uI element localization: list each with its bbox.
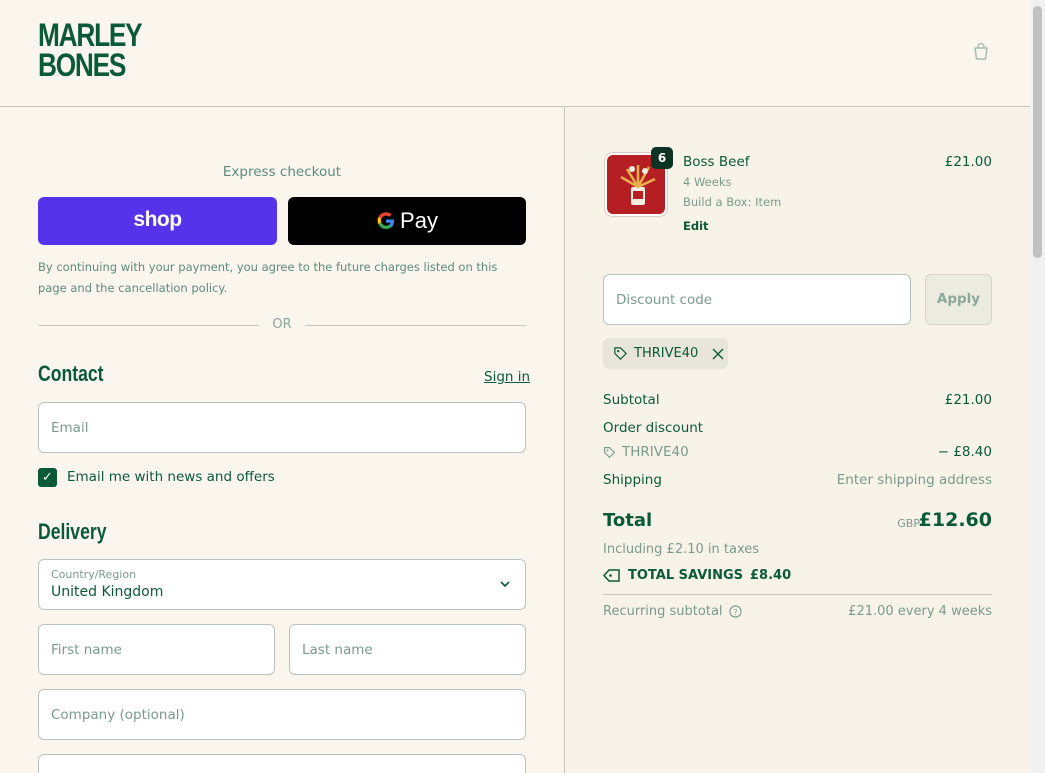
discount-code-field[interactable]: Discount code xyxy=(603,274,911,325)
country-label: Country/Region xyxy=(51,568,137,581)
page-scrollbar[interactable] xyxy=(1030,0,1045,773)
applied-discount-chip: THRIVE40 xyxy=(603,338,728,369)
recurring-subtotal: Recurring subtotal ? xyxy=(603,604,742,619)
country-value: United Kingdom xyxy=(51,584,164,600)
scrollbar-thumb[interactable] xyxy=(1033,6,1042,258)
quantity-badge: 6 xyxy=(651,147,673,169)
newsletter-checkbox[interactable]: ✓ xyxy=(38,468,57,487)
svg-text:?: ? xyxy=(733,607,737,617)
savings-label: TOTAL SAVINGS xyxy=(628,568,744,583)
product-price: £21.00 xyxy=(944,154,992,170)
taxes-note: Including £2.10 in taxes xyxy=(603,542,760,557)
recurring-value: £21.00 every 4 weeks xyxy=(848,604,992,619)
shop-pay-button[interactable]: shop xyxy=(38,197,277,245)
subtotal-value: £21.00 xyxy=(944,392,992,408)
delivery-heading: Delivery xyxy=(38,519,107,544)
order-summary: 6 Boss Beef 4 Weeks Build a Box: Item Ed… xyxy=(566,107,1030,773)
last-name-field[interactable]: Last name xyxy=(289,624,526,675)
total-currency: GBP xyxy=(897,517,920,530)
chevron-down-icon xyxy=(500,581,510,588)
applied-code-label: THRIVE40 xyxy=(634,346,699,361)
checkout-form: Express checkout shop Pay By continuing … xyxy=(0,107,565,773)
remove-discount-icon[interactable] xyxy=(712,348,724,360)
discount-amount: − £8.40 xyxy=(937,444,992,460)
email-field[interactable]: Email xyxy=(38,402,526,453)
help-icon[interactable]: ? xyxy=(728,605,742,618)
company-field[interactable]: Company (optional) xyxy=(38,689,526,740)
shipping-label: Shipping xyxy=(603,472,662,488)
order-discount-label: Order discount xyxy=(603,420,704,436)
google-pay-button[interactable]: Pay xyxy=(288,197,526,245)
brand-logo[interactable]: MARLEY BONES xyxy=(38,19,143,81)
product-frequency: 4 Weeks xyxy=(683,175,732,189)
total-savings: TOTAL SAVINGS £8.40 xyxy=(603,568,791,583)
address-field[interactable] xyxy=(38,754,526,773)
cart-icon[interactable] xyxy=(972,43,990,61)
email-placeholder: Email xyxy=(51,419,89,436)
site-header: MARLEY BONES xyxy=(0,0,1030,107)
subtotal-label: Subtotal xyxy=(603,392,660,408)
product-variant: Build a Box: Item xyxy=(683,195,782,209)
edit-item-link[interactable]: Edit xyxy=(683,219,709,233)
express-checkout-label: Express checkout xyxy=(222,164,342,180)
savings-tag-icon xyxy=(603,569,620,582)
google-g-icon xyxy=(377,212,395,229)
payment-disclaimer: By continuing with your payment, you agr… xyxy=(38,260,498,295)
newsletter-label: Email me with news and offers xyxy=(67,469,275,485)
first-name-field[interactable]: First name xyxy=(38,624,275,675)
discount-code-row: THRIVE40 xyxy=(603,444,689,460)
google-pay-label: Pay xyxy=(400,208,438,233)
country-select[interactable]: Country/Region United Kingdom xyxy=(38,559,526,610)
tag-icon xyxy=(604,446,616,458)
apply-discount-button[interactable]: Apply xyxy=(925,274,992,325)
or-divider: OR xyxy=(38,316,526,334)
tag-icon xyxy=(614,347,627,360)
shipping-value: Enter shipping address xyxy=(836,472,992,488)
contact-heading: Contact xyxy=(38,361,104,386)
summary-divider xyxy=(603,594,992,595)
product-name: Boss Beef xyxy=(683,154,750,170)
total-label: Total xyxy=(603,510,653,531)
sign-in-link[interactable]: Sign in xyxy=(484,369,530,385)
total-value: £12.60 xyxy=(918,509,992,531)
savings-value: £8.40 xyxy=(750,568,792,583)
